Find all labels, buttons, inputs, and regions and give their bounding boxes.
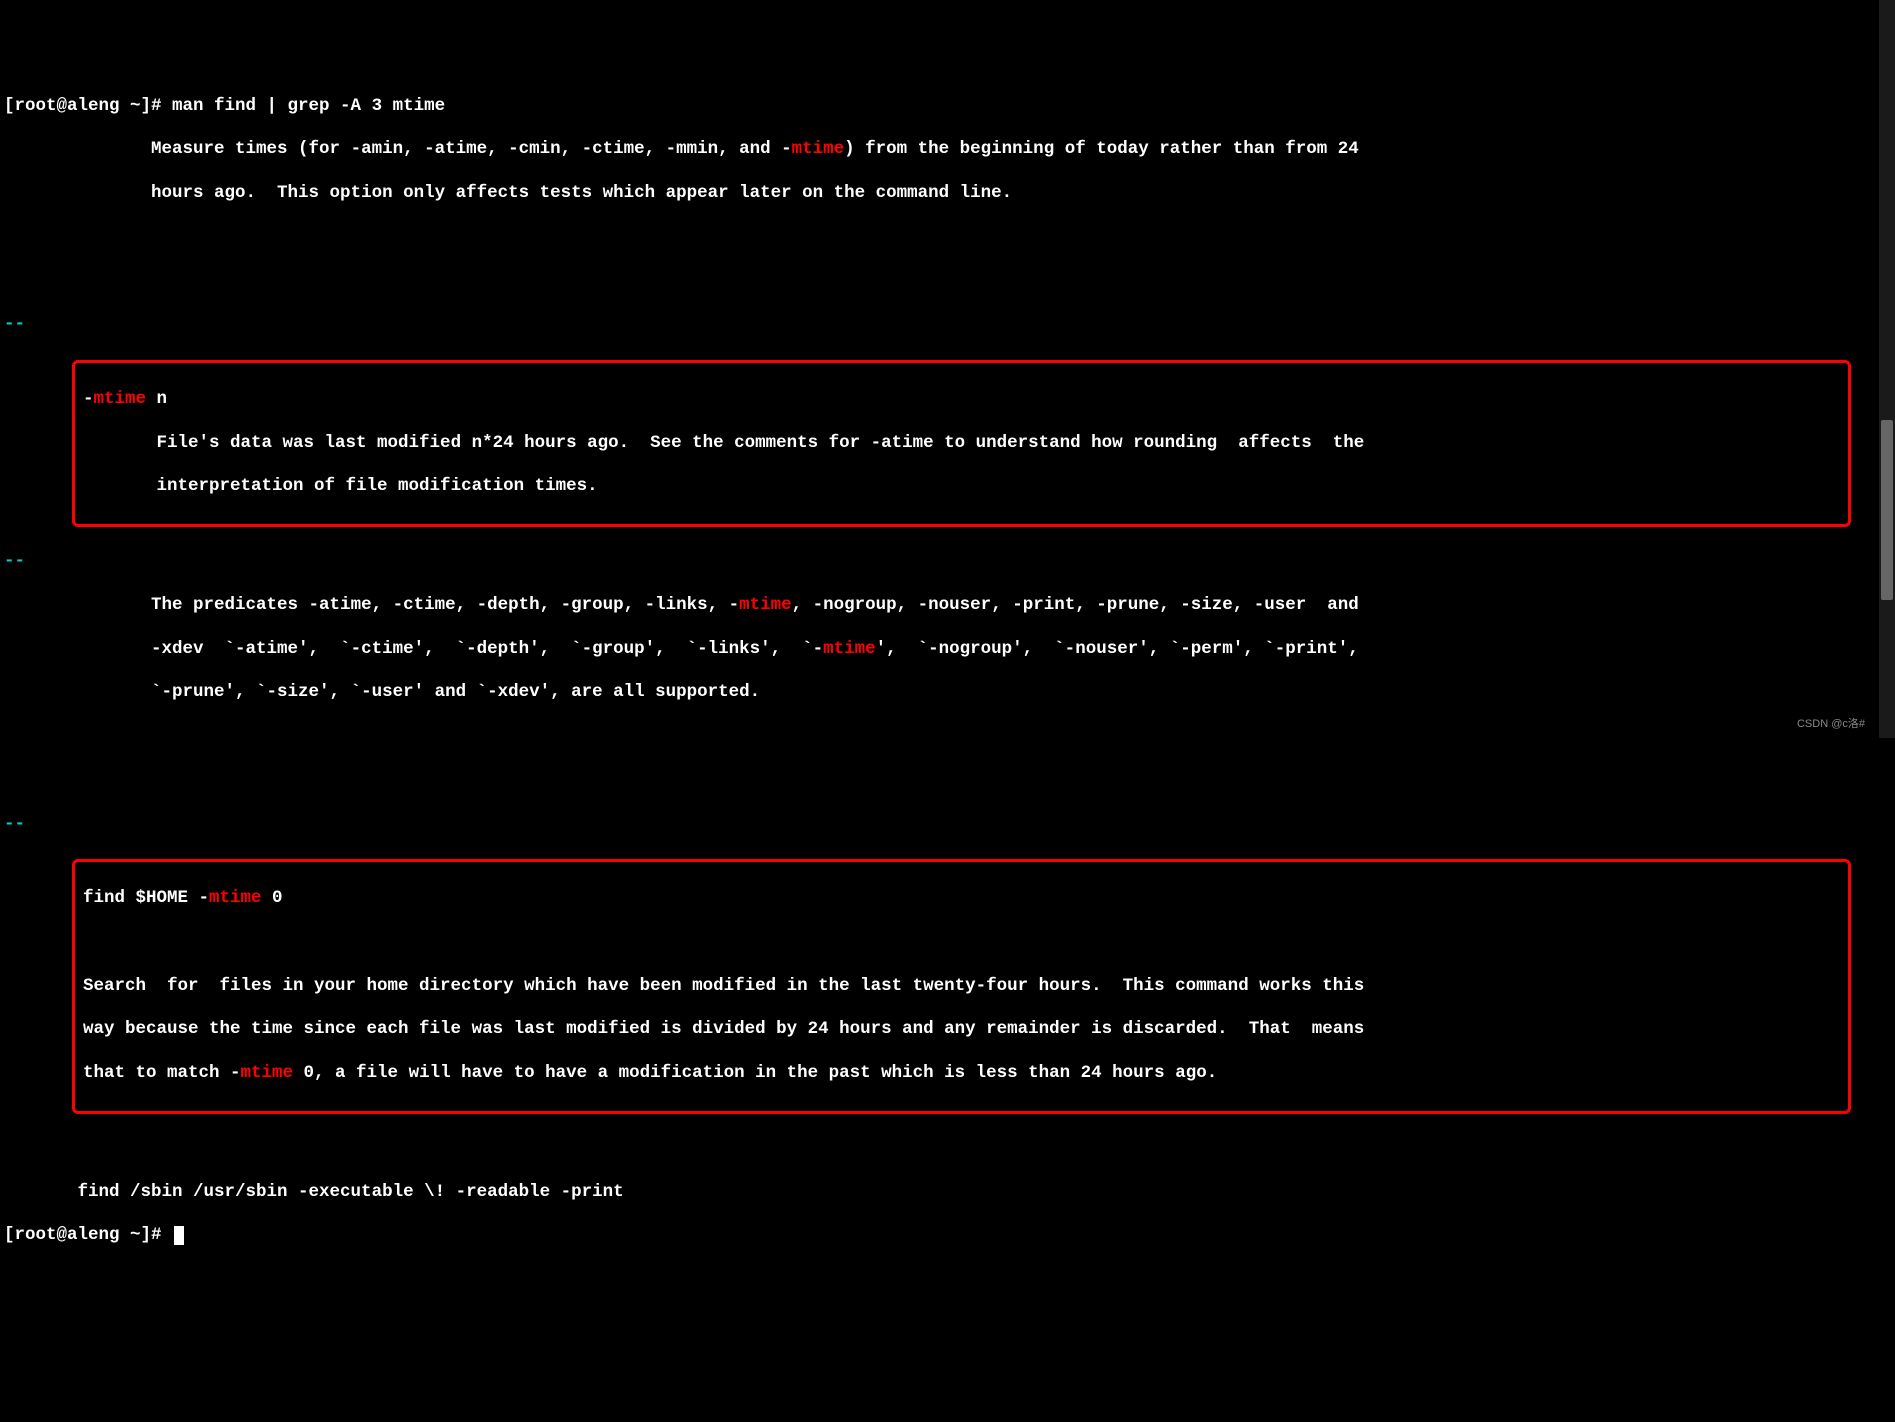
mtime-highlight: mtime [823, 639, 876, 659]
mtime-highlight: mtime [792, 139, 845, 159]
grep-separator: -- [4, 314, 1891, 336]
prompt-prefix: [root@aleng ~]# [4, 1225, 172, 1245]
scrollbar-vertical[interactable] [1879, 0, 1895, 738]
blank [83, 932, 1840, 954]
mtime-highlight: mtime [739, 595, 792, 615]
predicates-1: The predicates -atime, -ctime, -depth, -… [4, 595, 1891, 617]
prompt-prefix: [root@aleng ~]# [4, 96, 172, 116]
blank [4, 271, 1891, 293]
prompt-line-1: [root@aleng ~]# man find | grep -A 3 mti… [4, 96, 1891, 118]
grep-separator: -- [4, 814, 1891, 836]
example-desc-2: way because the time since each file was… [83, 1019, 1840, 1041]
mtime-desc-2: interpretation of file modification time… [83, 476, 1840, 498]
predicates-2: -xdev `-atime', `-ctime', `-depth', `-gr… [4, 639, 1891, 661]
scrollbar-thumb[interactable] [1881, 420, 1893, 600]
out-measure-1: Measure times (for -amin, -atime, -cmin,… [4, 139, 1891, 161]
predicates-3: `-prune', `-size', `-user' and `-xdev', … [4, 682, 1891, 704]
mtime-desc-1: File's data was last modified n*24 hours… [83, 433, 1840, 455]
example-desc-1: Search for files in your home directory … [83, 976, 1840, 998]
cursor-icon [174, 1226, 184, 1245]
highlight-box-mtime-n: -mtime n File's data was last modified n… [72, 360, 1851, 527]
mtime-n-line: -mtime n [83, 389, 1840, 411]
grep-separator: -- [4, 551, 1891, 573]
command-text: man find | grep -A 3 mtime [172, 96, 445, 116]
mtime-highlight: mtime [94, 389, 147, 409]
example-cmd: find $HOME -mtime 0 [83, 888, 1840, 910]
highlight-box-example: find $HOME -mtime 0 Search for files in … [72, 859, 1851, 1114]
mtime-highlight: mtime [209, 888, 262, 908]
blank [4, 227, 1891, 249]
out-measure-2: hours ago. This option only affects test… [4, 183, 1891, 205]
watermark-text: CSDN @c洛# [1797, 718, 1865, 732]
prompt-line-2[interactable]: [root@aleng ~]# [4, 1225, 1891, 1247]
mtime-highlight: mtime [241, 1063, 294, 1083]
example-desc-3: that to match -mtime 0, a file will have… [83, 1063, 1840, 1085]
blank [4, 770, 1891, 792]
find-sbin: find /sbin /usr/sbin -executable \! -rea… [4, 1182, 1891, 1204]
blank [4, 726, 1891, 748]
blank [4, 1138, 1891, 1160]
